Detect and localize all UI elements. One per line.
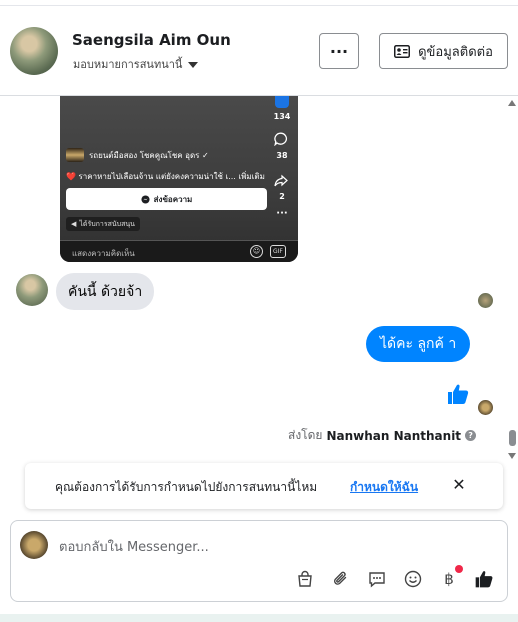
post-comment-bar[interactable]: แสดงความคิดเห็น ☺ GIF (60, 240, 298, 262)
assign-label: มอบหมายการสนทนานี้ (73, 58, 183, 71)
assign-to-me-link[interactable]: กำหนดให้ฉัน (350, 478, 418, 497)
view-contact-label: ดูข้อมูลติดต่อ (418, 44, 493, 60)
saved-replies-icon[interactable] (367, 569, 387, 589)
outgoing-message[interactable]: ได้คะ ลูกค้ า (366, 326, 471, 362)
sender-avatar (16, 274, 48, 306)
caret-down-icon (188, 62, 199, 68)
help-icon[interactable]: ? (465, 430, 477, 441)
reply-input[interactable]: ตอบกลับใน Messenger... (59, 536, 209, 557)
comment-icon[interactable] (274, 132, 288, 150)
bottom-strip (0, 614, 518, 622)
share-icon[interactable] (274, 174, 288, 192)
sponsored-badge: ◀ ได้รับการสนับสนุน (66, 217, 140, 231)
scrollbar-thumb[interactable] (509, 430, 516, 446)
like-icon (275, 96, 289, 108)
share-count: 2 (279, 192, 285, 201)
sent-by-line: ส่งโดย Nanwhan Nanthanit ? (288, 426, 477, 445)
close-icon[interactable]: ✕ (449, 474, 469, 494)
scroll-up-arrow[interactable] (508, 100, 516, 106)
send-message-label: ส่งข้อความ (153, 194, 193, 204)
assign-dropdown[interactable]: มอบหมายการสนทนานี้ (73, 55, 199, 73)
like-count: 134 (273, 112, 291, 121)
thumbs-up-icon[interactable] (446, 382, 470, 406)
assign-banner: คุณต้องการได้รับการกำหนดไปยังการสนทนานี้… (25, 463, 503, 509)
emoji-icon[interactable] (403, 569, 423, 589)
megaphone-icon: ◀ (71, 220, 77, 228)
message-composer[interactable]: ตอบกลับใน Messenger... ฿ (10, 520, 508, 602)
view-contact-button[interactable]: ดูข้อมูลติดต่อ (379, 33, 508, 69)
assign-banner-text: คุณต้องการได้รับการกำหนดไปยังการสนทนานี้… (55, 480, 318, 494)
read-receipt-avatar (478, 293, 493, 308)
read-receipt-avatar (478, 400, 493, 415)
sponsored-label: ได้รับการสนับสนุน (79, 219, 135, 228)
conversation-header: Saengsila Aim Oun มอบหมายการสนทนานี้ ···… (0, 6, 518, 96)
post-description: ❤️ ราคาหายไปเลือนจ้าน แต่ยังคงความน่าใช้… (66, 172, 265, 181)
emoji-icon[interactable]: ☺ (250, 245, 263, 258)
comment-count: 38 (276, 151, 288, 160)
send-message-button[interactable]: ส่งข้อความ (66, 188, 267, 210)
send-like-icon[interactable] (474, 569, 494, 589)
post-author[interactable]: รถยนต์มือสอง โชคคูณโชค อุดร ✓ (66, 148, 209, 162)
page-avatar (20, 531, 48, 559)
notification-dot (455, 565, 463, 573)
scroll-down-arrow[interactable] (508, 453, 516, 459)
attachment-icon[interactable] (331, 569, 351, 589)
contact-avatar[interactable] (10, 27, 58, 75)
post-author-name: รถยนต์มือสอง โชคคูณโชค อุดร ✓ (89, 150, 209, 160)
page-logo (66, 148, 84, 162)
gif-icon[interactable]: GIF (270, 245, 286, 258)
incoming-message[interactable]: คันนี้ ด้วยจ้า (56, 273, 155, 310)
shopping-bag-icon[interactable] (295, 569, 315, 589)
sent-by-prefix: ส่งโดย (288, 428, 323, 442)
comment-placeholder: แสดงความคิดเห็น (72, 249, 135, 258)
messenger-icon (141, 194, 150, 204)
more-options-button[interactable]: ··· (319, 33, 359, 69)
shared-post-card[interactable]: 134 38 2 ··· รถยนต์มือสอง โชคคูณโชค อุดร… (60, 96, 298, 262)
contact-card-icon (394, 44, 411, 58)
post-more-icon[interactable]: ··· (268, 208, 296, 219)
contact-name[interactable]: Saengsila Aim Oun (72, 31, 231, 49)
sent-by-name: Nanwhan Nanthanit (326, 428, 462, 443)
